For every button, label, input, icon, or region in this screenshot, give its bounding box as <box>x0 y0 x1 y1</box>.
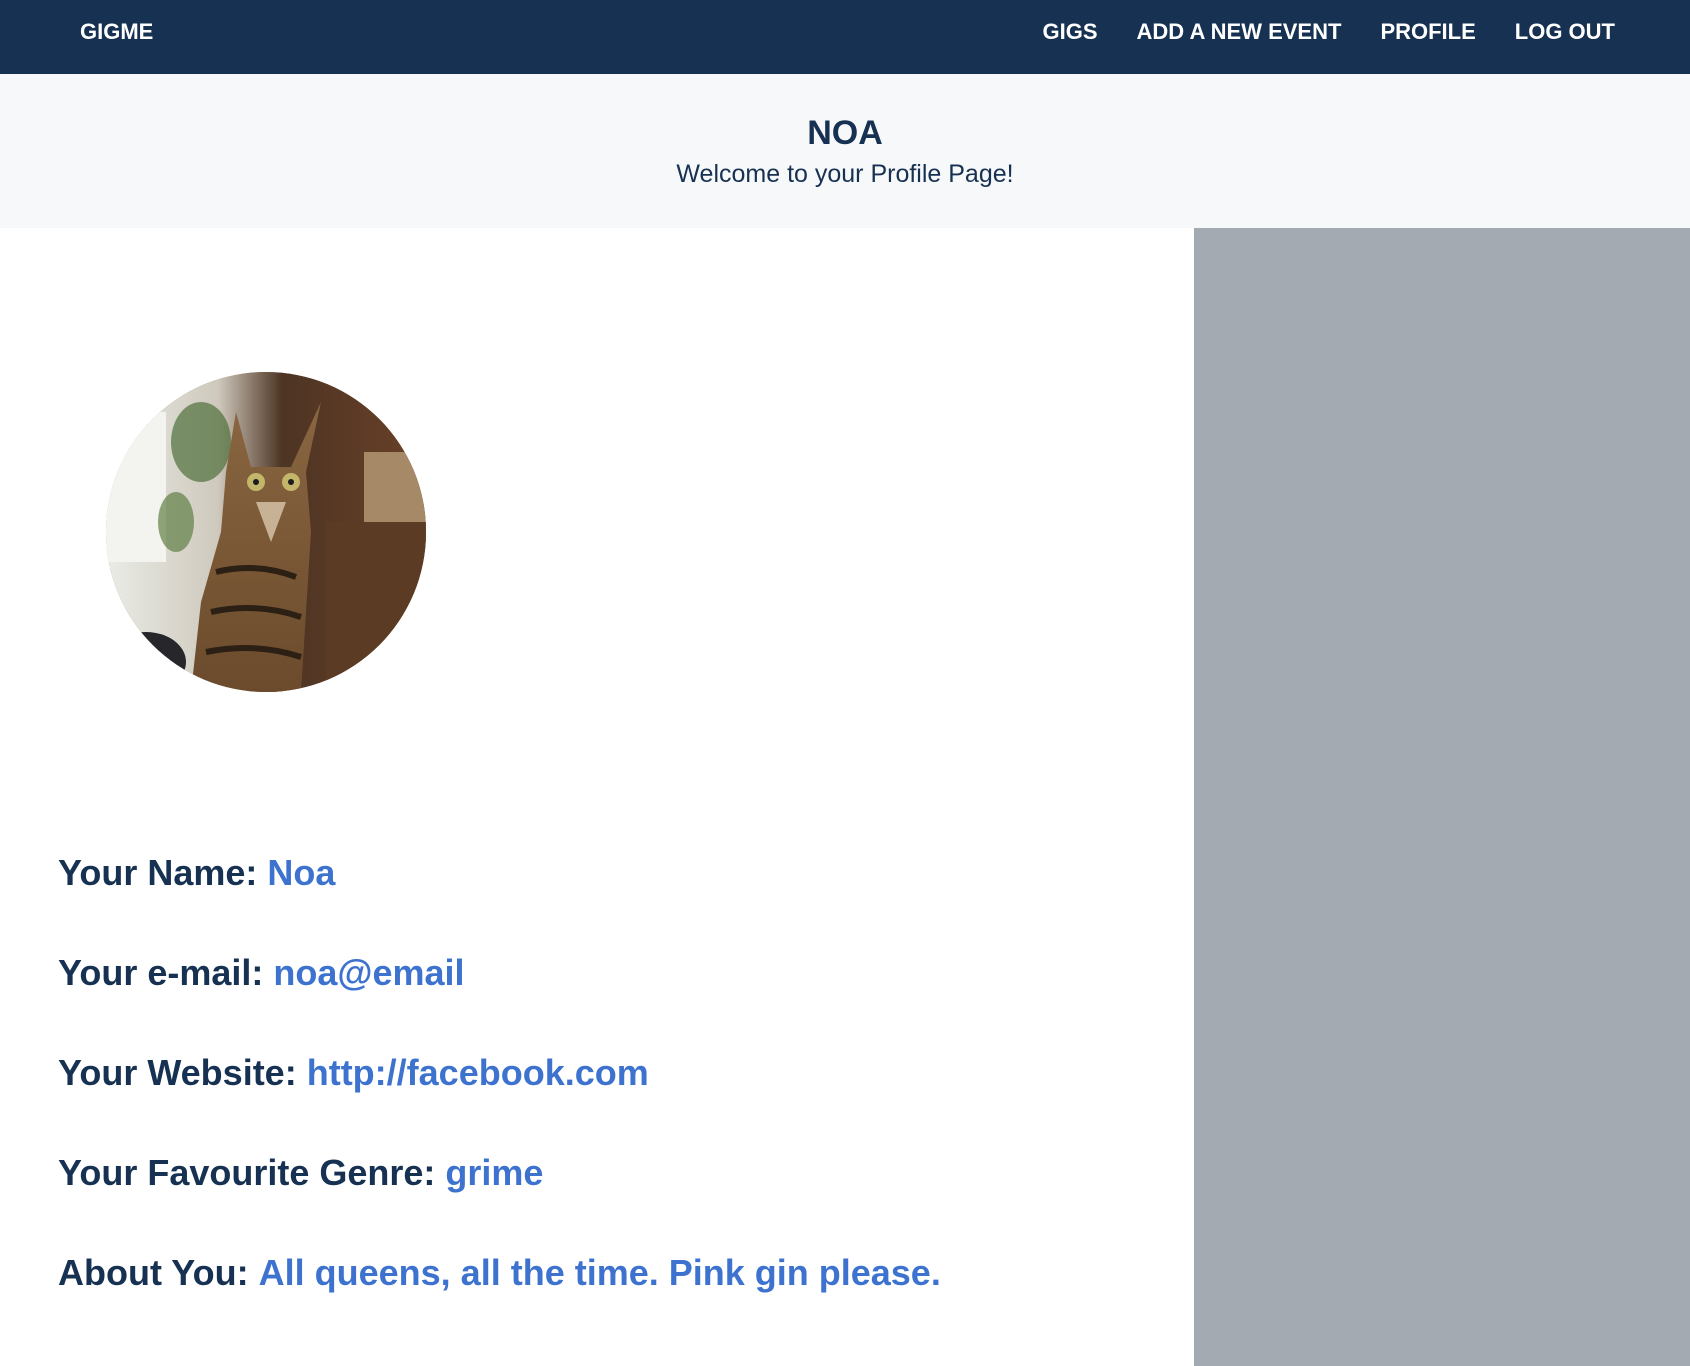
profile-genre-row: Your Favourite Genre: grime <box>58 1151 543 1195</box>
top-navbar: GIGME GIGS ADD A NEW EVENT PROFILE LOG O… <box>0 0 1690 74</box>
profile-email-row: Your e-mail: noa@email <box>58 951 465 995</box>
page-subtitle: Welcome to your Profile Page! <box>676 160 1014 188</box>
nav-link-logout[interactable]: LOG OUT <box>1515 19 1615 45</box>
avatar <box>106 372 426 692</box>
about-label: About You: <box>58 1252 249 1293</box>
name-value: Noa <box>267 852 336 893</box>
name-label: Your Name: <box>58 852 258 893</box>
website-link[interactable]: http://facebook.com <box>307 1052 649 1093</box>
nav-link-profile[interactable]: PROFILE <box>1380 19 1475 45</box>
email-label: Your e-mail: <box>58 952 264 993</box>
profile-hero: NOA Welcome to your Profile Page! <box>0 74 1690 228</box>
genre-value: grime <box>445 1152 544 1193</box>
website-label: Your Website: <box>58 1052 297 1093</box>
nav-links: GIGS ADD A NEW EVENT PROFILE LOG OUT <box>1042 19 1615 45</box>
profile-website-row: Your Website: http://facebook.com <box>58 1051 649 1095</box>
cat-photo-icon <box>106 372 426 692</box>
page-title: NOA <box>807 114 883 152</box>
about-value: All queens, all the time. Pink gin pleas… <box>258 1252 941 1293</box>
side-panel <box>1194 228 1690 1366</box>
brand-link[interactable]: GIGME <box>80 19 153 45</box>
email-value: noa@email <box>273 952 465 993</box>
profile-about-row: About You: All queens, all the time. Pin… <box>58 1251 941 1295</box>
genre-label: Your Favourite Genre: <box>58 1152 436 1193</box>
nav-link-add-event[interactable]: ADD A NEW EVENT <box>1137 19 1342 45</box>
nav-link-gigs[interactable]: GIGS <box>1042 19 1097 45</box>
profile-name-row: Your Name: Noa <box>58 851 335 895</box>
